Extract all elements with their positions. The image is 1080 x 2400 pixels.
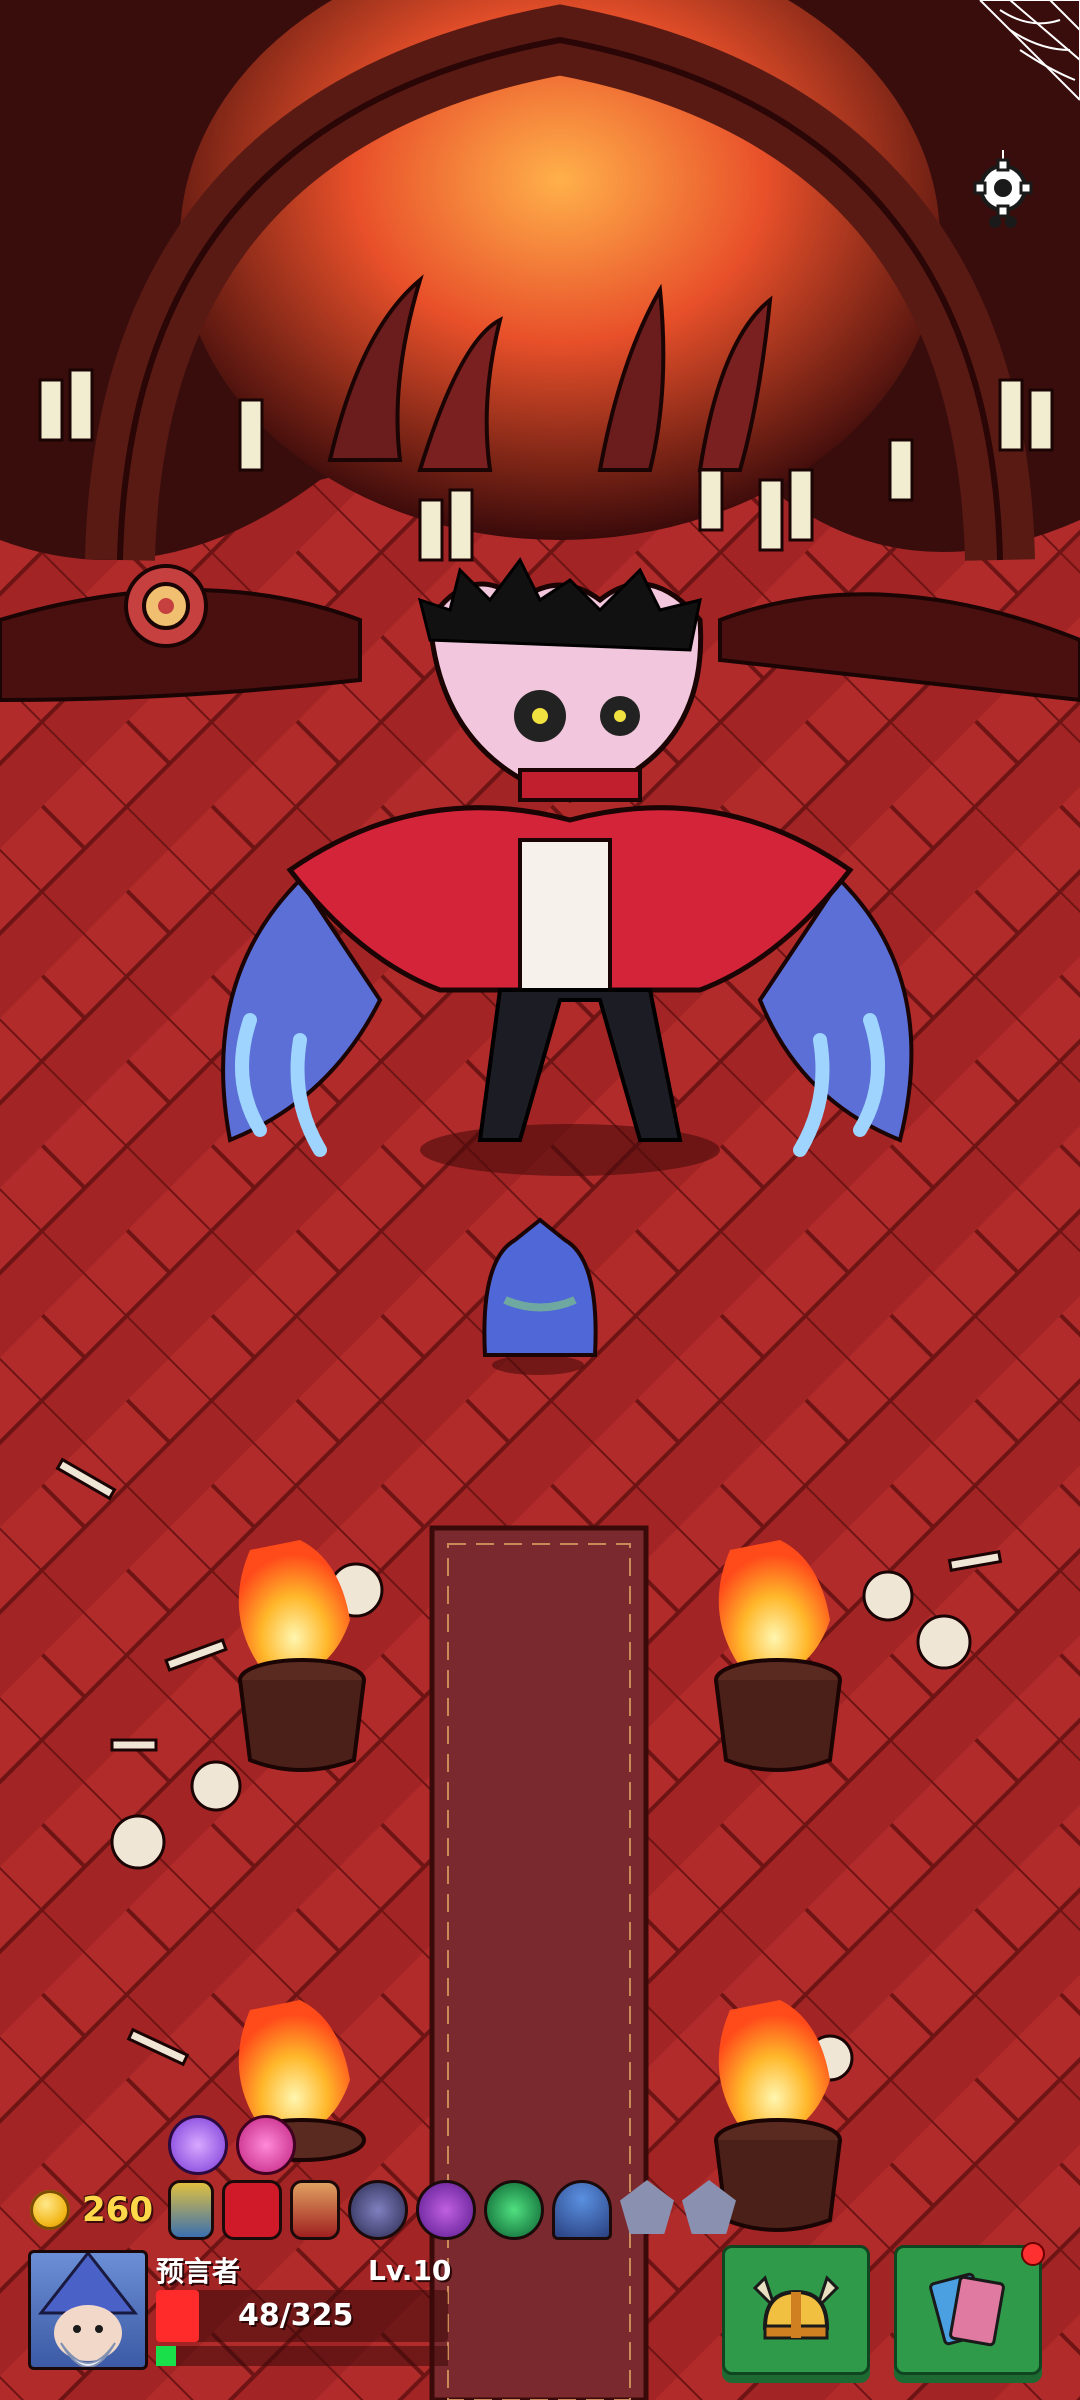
coin-value: 260: [82, 2190, 153, 2230]
bat-icon[interactable]: [348, 2180, 408, 2240]
hourglass-icon[interactable]: [290, 2180, 340, 2240]
coin-counter: 260: [30, 2190, 153, 2230]
pentagon-rune-icon[interactable]: [620, 2180, 674, 2234]
notification-dot: [1021, 2242, 1045, 2266]
status-effects-row-2: [168, 2180, 736, 2240]
player-name: 预言者: [156, 2255, 241, 2288]
xp-bar-track: [156, 2346, 448, 2366]
pentagon-shield-icon[interactable]: [682, 2180, 736, 2234]
gear-icon: [973, 150, 1033, 228]
player-avatar[interactable]: [28, 2250, 148, 2370]
mushroom-icon[interactable]: [552, 2180, 612, 2240]
helmet-icon: [752, 2275, 840, 2340]
status-effects-row-1: [168, 2115, 296, 2175]
dungeon-scene: [0, 0, 1080, 2400]
settings-button[interactable]: [968, 150, 1038, 230]
pink-demon-icon[interactable]: [236, 2115, 296, 2175]
game-screen: 260 预言者 Lv.10 48/325: [0, 0, 1080, 2400]
coin-icon: [30, 2190, 70, 2230]
red-carpet: [429, 1525, 649, 2400]
target-rune: [124, 564, 208, 648]
cards-button[interactable]: [894, 2242, 1045, 2375]
wizard-portrait-icon: [37, 2253, 139, 2367]
purple-shield-icon[interactable]: [416, 2180, 476, 2240]
cards-icon: [929, 2272, 1005, 2347]
lantern-icon[interactable]: [168, 2180, 214, 2240]
red-heart-book-icon[interactable]: [222, 2180, 282, 2240]
equipment-button[interactable]: [722, 2245, 870, 2375]
player-level: Lv.10: [368, 2254, 452, 2287]
green-leaf-icon[interactable]: [484, 2180, 544, 2240]
xp-bar-fill: [156, 2346, 176, 2366]
player-panel: 预言者 Lv.10 48/325: [28, 2250, 452, 2370]
purple-orb-icon[interactable]: [168, 2115, 228, 2175]
hp-bar-fill: [156, 2290, 199, 2342]
hp-text: 48/325: [238, 2298, 354, 2333]
